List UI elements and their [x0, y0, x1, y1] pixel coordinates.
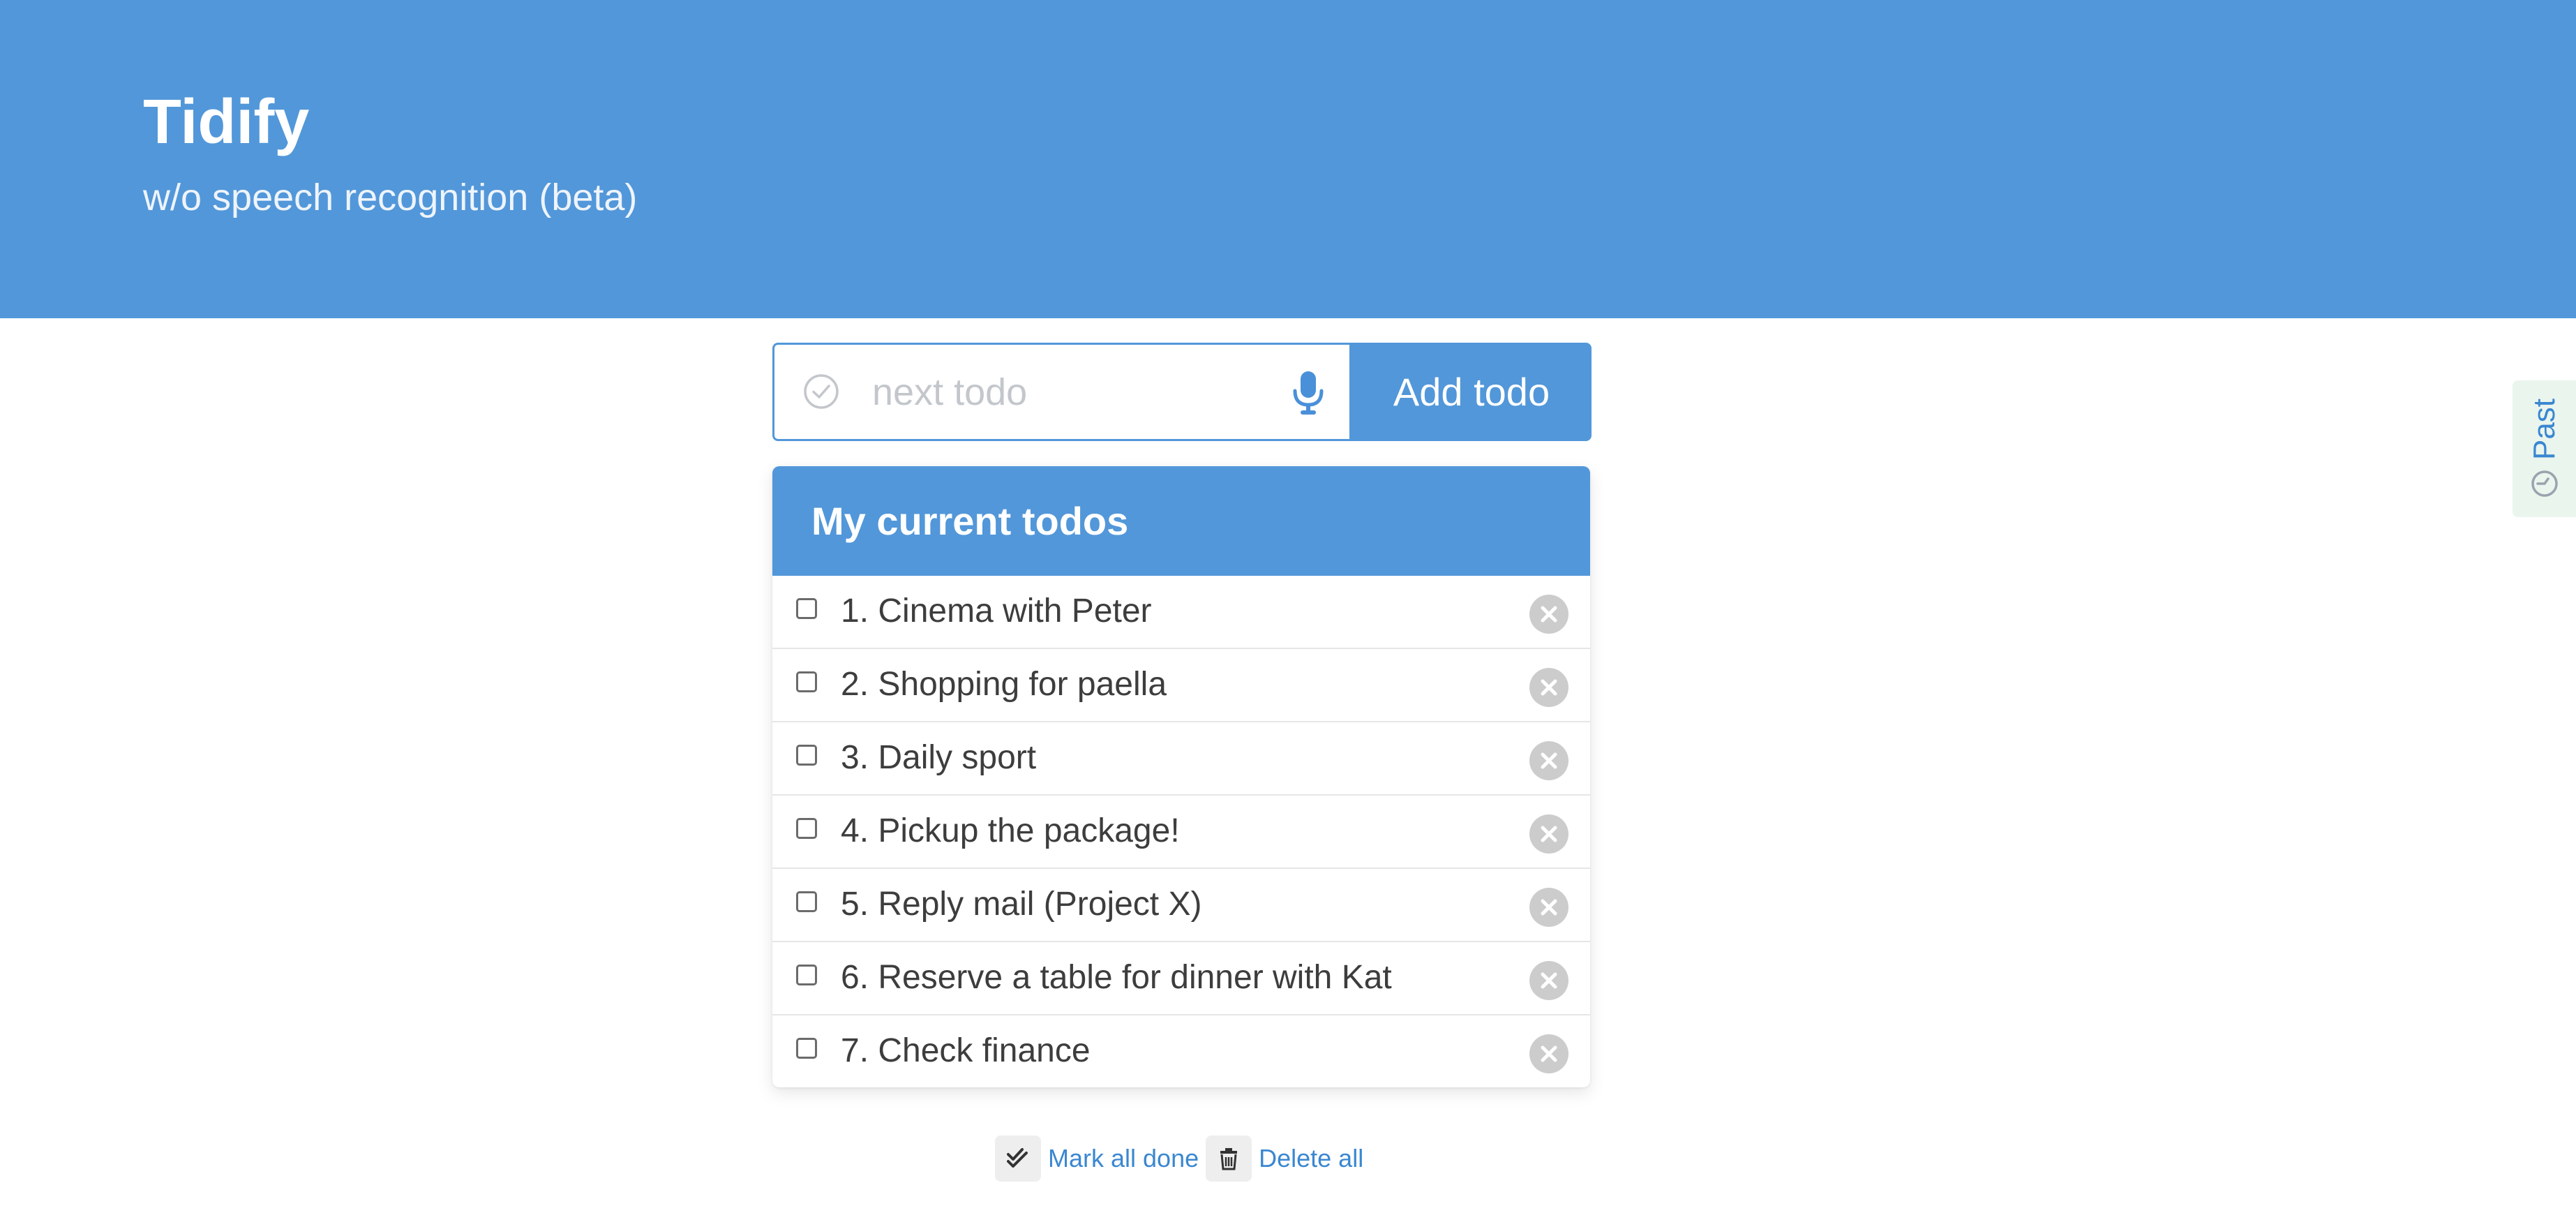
app-title: Tidify	[143, 87, 310, 157]
todo-item-label: 5. Reply mail (Project X)	[841, 886, 1202, 923]
clock-icon	[2531, 470, 2558, 497]
delete-todo-button[interactable]	[1529, 741, 1568, 780]
todo-item: 4. Pickup the package!	[772, 796, 1590, 869]
app-header: Tidify w/o speech recognition (beta)	[0, 0, 2576, 318]
todo-item: 7. Check finance	[772, 1015, 1590, 1087]
delete-todo-button[interactable]	[1529, 595, 1568, 634]
past-tab-label: Past	[2527, 398, 2561, 461]
todo-item-label: 7. Check finance	[841, 1032, 1091, 1069]
delete-all-button[interactable]	[1206, 1136, 1252, 1182]
close-circle-icon	[1541, 606, 1557, 623]
todo-item: 5. Reply mail (Project X)	[772, 869, 1590, 942]
microphone-icon[interactable]	[1289, 370, 1327, 416]
todo-checkbox[interactable]	[796, 965, 817, 985]
close-circle-icon	[1541, 752, 1557, 769]
delete-todo-button[interactable]	[1529, 814, 1568, 854]
todo-input[interactable]	[872, 364, 1263, 420]
close-circle-icon	[1541, 899, 1557, 916]
trash-icon	[1220, 1148, 1238, 1170]
check-circle-icon	[804, 374, 839, 409]
close-circle-icon	[1541, 1045, 1557, 1062]
todo-item-label: 3. Daily sport	[841, 739, 1037, 776]
todo-item: 1. Cinema with Peter	[772, 576, 1590, 649]
todo-item-label: 2. Shopping for paella	[841, 666, 1167, 703]
todo-item-label: 6. Reserve a table for dinner with Kat	[841, 959, 1392, 996]
todo-input-wrapper	[772, 343, 1351, 441]
todo-item: 2. Shopping for paella	[772, 649, 1590, 722]
past-tab-content: Past	[2527, 399, 2562, 499]
current-todos-panel: My current todos 1. Cinema with Peter 2.…	[772, 466, 1590, 1087]
delete-todo-button[interactable]	[1529, 888, 1568, 927]
todo-item: 6. Reserve a table for dinner with Kat	[772, 942, 1590, 1015]
close-circle-icon	[1541, 679, 1557, 696]
add-todo-form: Add todo	[772, 343, 1592, 441]
double-check-icon	[1007, 1148, 1028, 1168]
delete-todo-button[interactable]	[1529, 961, 1568, 1000]
todo-panel-title: My current todos	[772, 466, 1590, 576]
bulk-actions: Mark all done Delete all	[995, 1135, 1370, 1182]
add-todo-button[interactable]: Add todo	[1351, 343, 1592, 441]
todo-checkbox[interactable]	[796, 891, 817, 912]
todo-item-label: 1. Cinema with Peter	[841, 593, 1152, 630]
mark-all-done-link[interactable]: Mark all done	[1048, 1144, 1199, 1173]
past-todos-tab[interactable]: Past	[2513, 380, 2576, 517]
todo-checkbox[interactable]	[796, 1038, 817, 1059]
close-circle-icon	[1541, 826, 1557, 842]
todo-checkbox[interactable]	[796, 598, 817, 619]
app-subtitle: w/o speech recognition (beta)	[143, 177, 638, 218]
delete-todo-button[interactable]	[1529, 1034, 1568, 1073]
todo-checkbox[interactable]	[796, 671, 817, 692]
close-circle-icon	[1541, 972, 1557, 989]
delete-all-link[interactable]: Delete all	[1259, 1144, 1363, 1173]
todo-item-label: 4. Pickup the package!	[841, 812, 1180, 849]
mark-all-done-button[interactable]	[995, 1136, 1041, 1182]
delete-todo-button[interactable]	[1529, 668, 1568, 707]
todo-checkbox[interactable]	[796, 818, 817, 839]
todo-item: 3. Daily sport	[772, 722, 1590, 796]
todo-checkbox[interactable]	[796, 745, 817, 766]
